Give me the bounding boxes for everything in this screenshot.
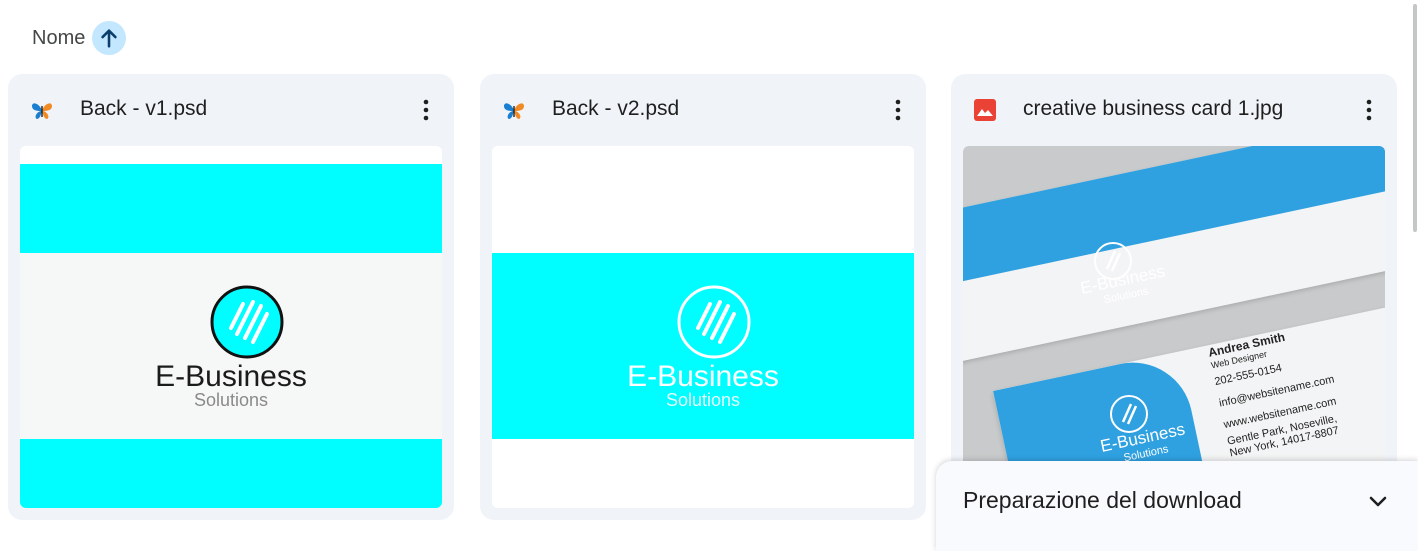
brand-logo-icon [677, 285, 751, 359]
brand-tagline: Solutions [193, 390, 269, 410]
file-thumbnail[interactable]: E-Business Solutions E-Business Solution… [963, 146, 1385, 508]
photoshop-butterfly-icon [32, 103, 52, 119]
image-file-icon [974, 99, 996, 121]
file-name[interactable]: Back - v1.psd [80, 97, 207, 121]
sort-direction-button[interactable] [92, 21, 127, 55]
sort-label: Nome [32, 26, 86, 49]
file-card[interactable]: Back - v2.psd E-Business Solutions [480, 74, 926, 520]
file-thumbnail[interactable]: E-Business Solutions [20, 146, 442, 508]
download-title: Preparazione del download [963, 487, 1242, 513]
file-card[interactable]: Back - v1.psd E-Business Solutions [8, 74, 454, 520]
brand-name: E-Business [627, 360, 779, 393]
file-card[interactable]: creative business card 1.jpg E-Business … [951, 74, 1397, 520]
file-card-header: Back - v1.psd [8, 74, 454, 146]
file-name[interactable]: creative business card 1.jpg [1023, 97, 1283, 121]
file-card-header: Back - v2.psd [480, 74, 926, 146]
more-options-button[interactable] [416, 94, 436, 126]
download-panel: Preparazione del download [936, 461, 1418, 551]
chevron-down-icon [1369, 496, 1387, 507]
brand-logo-icon [210, 285, 284, 359]
more-vert-icon [895, 99, 901, 121]
more-vert-icon [1366, 99, 1372, 121]
file-card-header: creative business card 1.jpg [951, 74, 1397, 146]
arrow-up-icon [101, 29, 118, 48]
more-options-button[interactable] [888, 94, 908, 126]
brand-tagline: Solutions [665, 390, 741, 410]
collapse-download-button[interactable] [1362, 485, 1394, 517]
file-name[interactable]: Back - v2.psd [552, 97, 679, 121]
file-thumbnail[interactable]: E-Business Solutions [492, 146, 914, 508]
sort-header: Nome [32, 21, 127, 55]
scrollbar-thumb[interactable] [1413, 4, 1417, 232]
photoshop-butterfly-icon [504, 103, 524, 119]
more-vert-icon [423, 99, 429, 121]
more-options-button[interactable] [1359, 94, 1379, 126]
brand-name: E-Business [155, 360, 307, 393]
scrollbar[interactable] [1412, 0, 1418, 541]
